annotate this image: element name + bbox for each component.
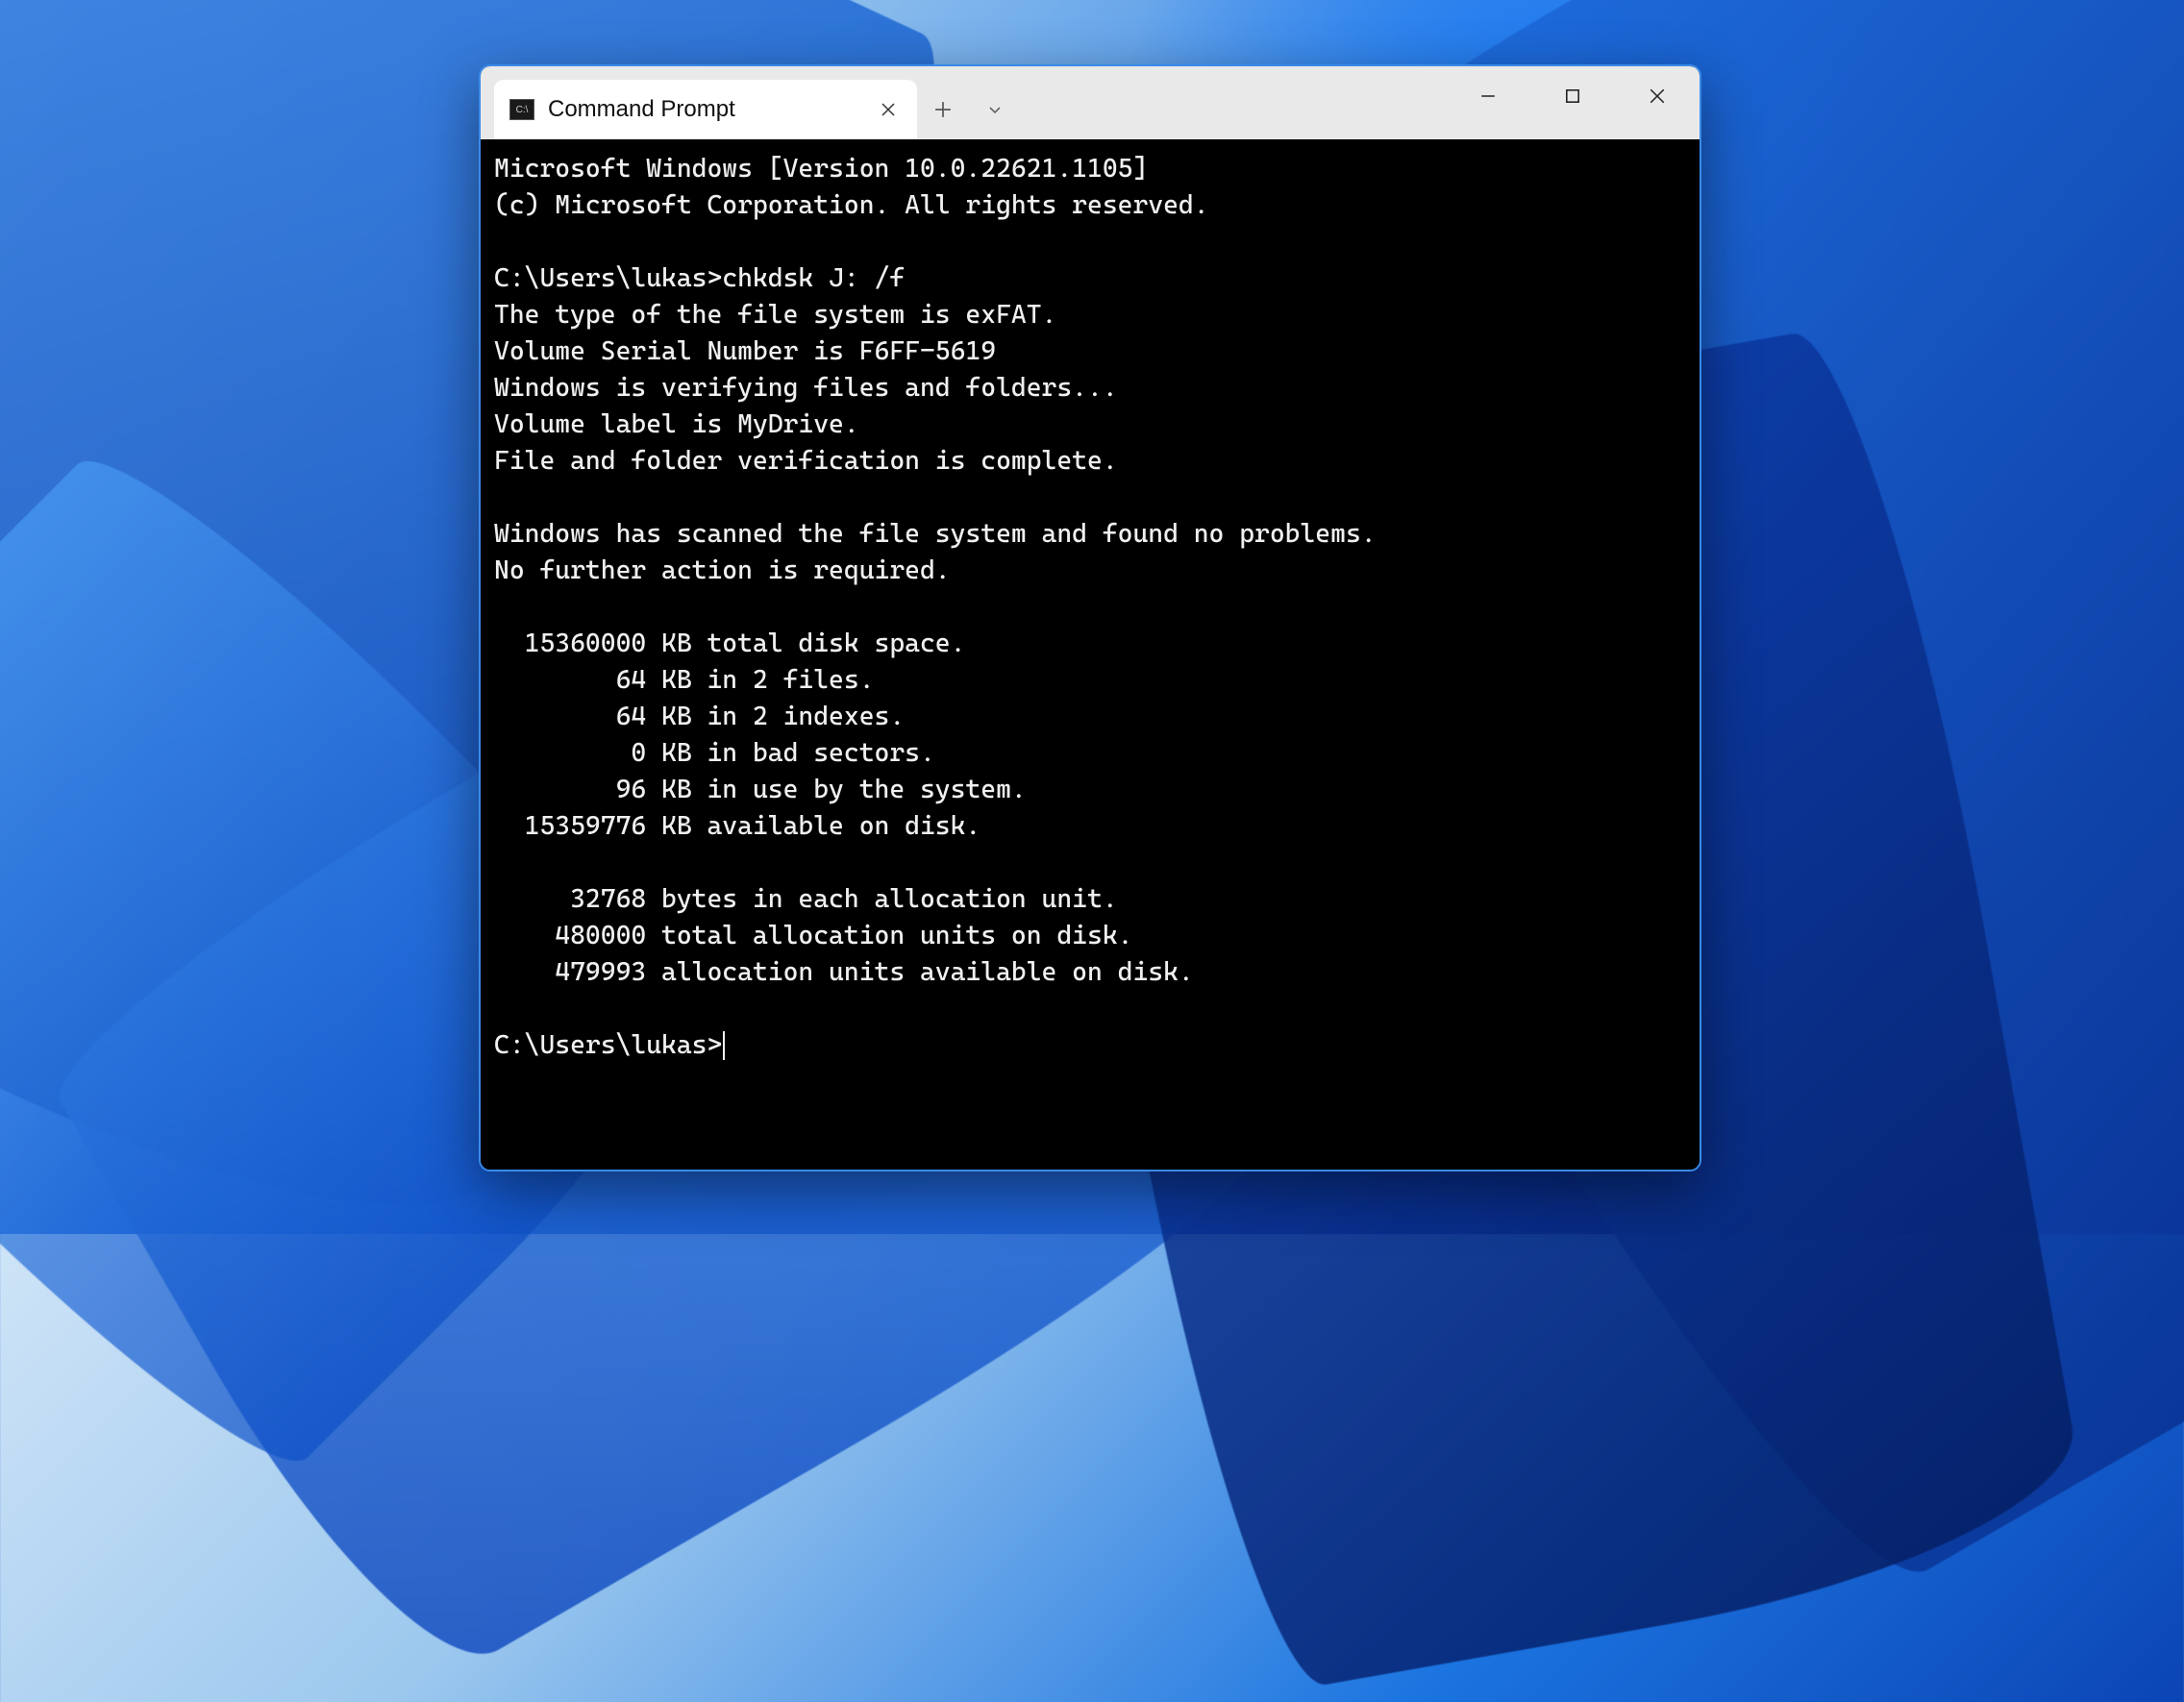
command-entered: chkdsk J: /f bbox=[722, 263, 905, 293]
output-line: No further action is required. bbox=[494, 555, 951, 585]
output-line: Volume Serial Number is F6FF-5619 bbox=[494, 336, 996, 366]
chevron-down-icon bbox=[987, 102, 1003, 117]
titlebar[interactable]: C:\ Command Prompt bbox=[481, 66, 1700, 139]
close-icon bbox=[1649, 87, 1666, 105]
prompt: C:\Users\lukas> bbox=[494, 263, 722, 293]
close-tab-button[interactable] bbox=[877, 98, 900, 121]
output-line: 480000 total allocation units on disk. bbox=[494, 921, 1132, 950]
window-controls bbox=[1446, 66, 1700, 126]
output-line: 15360000 KB total disk space. bbox=[494, 629, 965, 658]
maximize-icon bbox=[1564, 87, 1581, 105]
output-line: 479993 allocation units available on dis… bbox=[494, 957, 1194, 987]
output-line: 64 KB in 2 indexes. bbox=[494, 702, 905, 731]
new-tab-button[interactable] bbox=[917, 84, 969, 136]
plus-icon bbox=[934, 101, 952, 118]
tab-title: Command Prompt bbox=[548, 96, 863, 123]
banner-line: Microsoft Windows [Version 10.0.22621.11… bbox=[494, 154, 1148, 184]
output-line: Windows is verifying files and folders..… bbox=[494, 373, 1118, 403]
output-line: The type of the file system is exFAT. bbox=[494, 300, 1056, 330]
banner-line: (c) Microsoft Corporation. All rights re… bbox=[494, 190, 1209, 220]
cmd-icon: C:\ bbox=[509, 99, 534, 120]
output-line: File and folder verification is complete… bbox=[494, 446, 1118, 476]
text-cursor bbox=[723, 1031, 725, 1060]
minimize-button[interactable] bbox=[1446, 66, 1530, 126]
tab-dropdown-button[interactable] bbox=[969, 84, 1021, 136]
terminal-output[interactable]: Microsoft Windows [Version 10.0.22621.11… bbox=[481, 139, 1700, 1170]
close-window-button[interactable] bbox=[1615, 66, 1700, 126]
output-line: Windows has scanned the file system and … bbox=[494, 519, 1377, 549]
minimize-icon bbox=[1479, 87, 1497, 105]
close-icon bbox=[881, 102, 896, 117]
output-line: Volume label is MyDrive. bbox=[494, 409, 859, 439]
maximize-button[interactable] bbox=[1530, 66, 1615, 126]
prompt: C:\Users\lukas> bbox=[494, 1030, 722, 1060]
tab-command-prompt[interactable]: C:\ Command Prompt bbox=[494, 80, 917, 139]
output-line: 32768 bytes in each allocation unit. bbox=[494, 884, 1118, 914]
output-line: 64 KB in 2 files. bbox=[494, 665, 875, 695]
terminal-window: C:\ Command Prompt M bbox=[479, 64, 1701, 1172]
tabs-area: C:\ Command Prompt bbox=[481, 66, 1021, 139]
output-line: 96 KB in use by the system. bbox=[494, 775, 1027, 804]
output-line: 0 KB in bad sectors. bbox=[494, 738, 935, 768]
output-line: 15359776 KB available on disk. bbox=[494, 811, 980, 841]
